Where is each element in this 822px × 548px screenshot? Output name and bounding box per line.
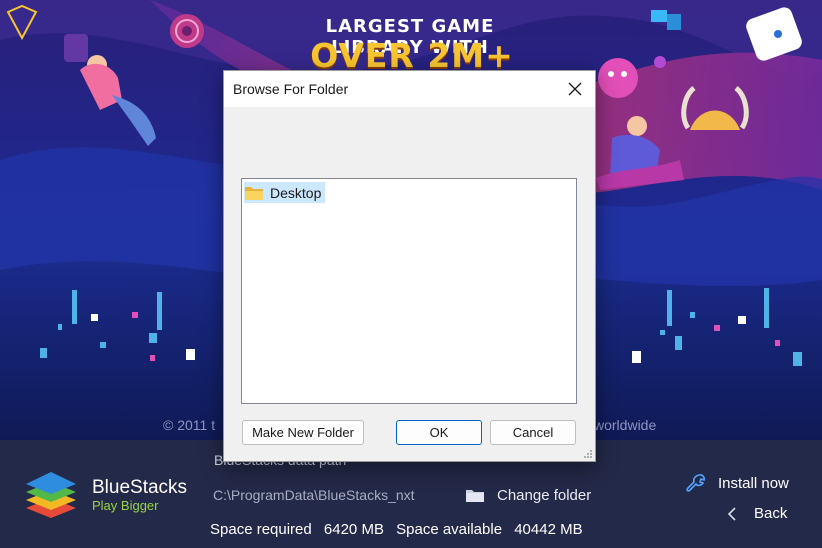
data-path-value: C:\ProgramData\BlueStacks_nxt (213, 487, 415, 503)
space-required-value: 6420 MB (323, 521, 384, 538)
brand-name: BlueStacks (92, 477, 188, 498)
space-info: Space required 6420 MB Space available 4… (210, 521, 591, 538)
folder-icon (245, 186, 263, 200)
wrench-icon (686, 474, 705, 492)
back-label: Back (754, 505, 788, 522)
install-now-button[interactable]: Install now (686, 473, 789, 493)
make-new-folder-button[interactable]: Make New Folder (242, 420, 364, 445)
back-button[interactable]: Back (728, 505, 787, 522)
folder-icon (466, 490, 484, 502)
space-available-value: 40442 MB (514, 521, 583, 538)
resize-grip-icon[interactable] (583, 449, 593, 459)
dialog-title: Browse For Folder (233, 81, 349, 97)
space-required-label: Space required (210, 521, 312, 538)
tree-item-label: Desktop (270, 184, 322, 201)
close-icon[interactable] (565, 79, 585, 99)
space-available-label: Space available (396, 521, 503, 538)
copyright-text: © 2011 t (163, 417, 216, 433)
change-folder-button[interactable]: Change folder (465, 484, 591, 506)
copyright-text-tail: worldwide (594, 417, 657, 433)
change-folder-label: Change folder (497, 486, 592, 504)
cancel-button[interactable]: Cancel (490, 420, 576, 445)
brand-tagline: Play Bigger (92, 498, 159, 513)
install-now-label: Install now (718, 474, 789, 492)
tree-item-desktop[interactable]: Desktop (244, 182, 326, 203)
folder-tree[interactable]: Desktop (241, 178, 577, 404)
browse-for-folder-dialog: Browse For Folder Desktop Make New Folde… (223, 70, 596, 462)
dialog-titlebar[interactable]: Browse For Folder (224, 71, 595, 107)
ok-button[interactable]: OK (396, 420, 482, 445)
bluestacks-logo (26, 472, 76, 518)
chevron-left-icon (728, 506, 736, 521)
